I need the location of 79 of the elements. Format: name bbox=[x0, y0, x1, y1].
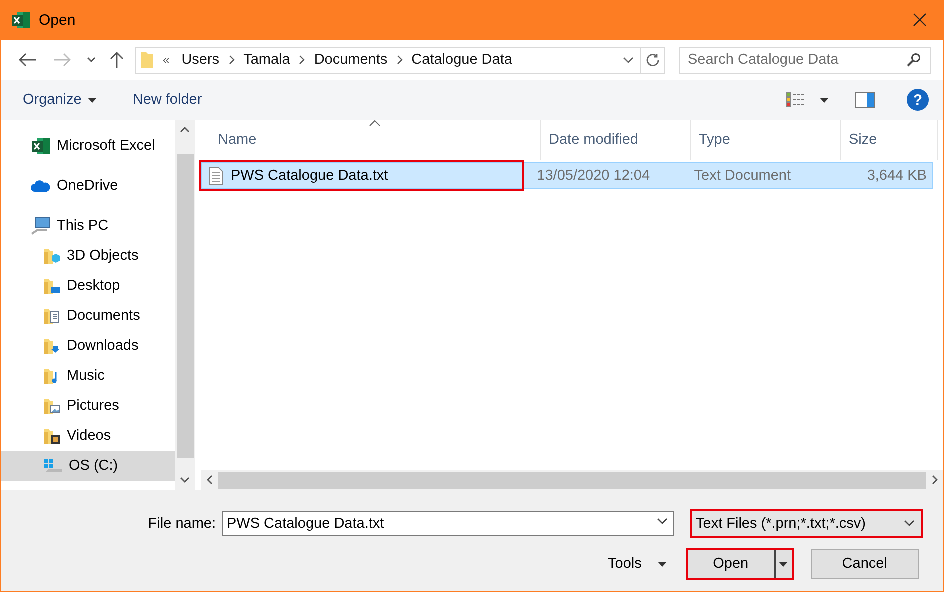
vertical-scrollbar[interactable] bbox=[175, 120, 195, 490]
overflow-chevron[interactable]: « bbox=[163, 53, 170, 67]
refresh-icon bbox=[646, 53, 660, 67]
sort-ascending-icon bbox=[369, 120, 381, 127]
chevron-left-icon bbox=[204, 475, 214, 485]
sidebar-item[interactable]: Desktop bbox=[1, 271, 176, 301]
table-cell-text: 13/05/2020 12:04 bbox=[537, 168, 652, 184]
preview-pane-button[interactable] bbox=[853, 90, 877, 110]
sidebar-item[interactable]: Microsoft Excel bbox=[1, 131, 176, 161]
window-title: Open bbox=[39, 12, 77, 28]
cube-folder-icon bbox=[43, 247, 61, 265]
folder-icon bbox=[141, 51, 153, 69]
sidebar-item[interactable]: Music bbox=[1, 361, 176, 391]
file-name-field[interactable]: PWS Catalogue Data.txt bbox=[222, 511, 674, 536]
tools-menu[interactable]: Tools bbox=[606, 554, 669, 574]
new-folder-button[interactable]: New folder bbox=[124, 88, 210, 112]
view-menu-button[interactable] bbox=[818, 96, 831, 104]
column-header[interactable]: Date modified bbox=[541, 120, 691, 160]
desktop-folder-icon bbox=[43, 277, 61, 295]
cloud-icon bbox=[31, 179, 51, 193]
organize-menu[interactable]: Organize bbox=[15, 88, 105, 112]
chevron-down-icon bbox=[623, 56, 634, 64]
close-icon bbox=[913, 13, 927, 27]
open-button[interactable]: Open bbox=[686, 548, 794, 580]
caret-icon bbox=[658, 562, 667, 566]
address-bar[interactable]: « Users Tamala Documents Catalogue Data bbox=[135, 46, 665, 74]
spreadsheet-app-icon bbox=[31, 136, 51, 156]
file-type-dropdown[interactable]: Text Files (*.prn;*.txt;*.csv) bbox=[690, 509, 923, 538]
table-cell-text: Text Document bbox=[693, 168, 792, 184]
drive-icon bbox=[43, 458, 63, 474]
forward-arrow-icon bbox=[53, 53, 71, 67]
up-arrow-icon bbox=[110, 51, 124, 69]
computer-icon bbox=[31, 217, 51, 235]
chevron-right-icon bbox=[930, 475, 940, 485]
image-folder-icon bbox=[43, 397, 61, 415]
chevron-down-icon bbox=[180, 475, 190, 485]
caret-icon bbox=[88, 98, 97, 102]
column-header[interactable]: Type bbox=[691, 120, 841, 160]
breadcrumb[interactable]: Tamala bbox=[244, 52, 290, 68]
download-folder-icon bbox=[43, 337, 61, 355]
chevron-icon bbox=[396, 55, 403, 65]
text-file-icon bbox=[209, 166, 223, 184]
dropdown-caret-icon bbox=[779, 562, 788, 566]
sidebar-item[interactable]: 3D Objects bbox=[1, 241, 176, 271]
details-view-icon bbox=[786, 92, 806, 108]
file-name-label: File name: bbox=[147, 516, 217, 532]
breadcrumb[interactable]: Catalogue Data bbox=[412, 52, 512, 68]
spreadsheet-app-icon bbox=[11, 10, 31, 30]
chevron-down-icon bbox=[904, 520, 915, 527]
search-icon bbox=[907, 52, 921, 66]
preview-pane-icon bbox=[855, 92, 875, 108]
sidebar-item[interactable]: OneDrive bbox=[1, 171, 176, 201]
search-field[interactable]: Search Catalogue Data bbox=[679, 46, 931, 74]
breadcrumb[interactable]: Users bbox=[182, 52, 220, 68]
column-header[interactable]: Name bbox=[201, 120, 541, 160]
chevron-up-icon bbox=[180, 125, 190, 135]
sidebar-item[interactable]: Documents bbox=[1, 301, 176, 331]
cancel-button[interactable]: Cancel bbox=[810, 549, 919, 579]
film-folder-icon bbox=[43, 427, 61, 445]
sidebar-item[interactable]: This PC bbox=[1, 211, 176, 241]
column-header[interactable]: Size bbox=[841, 120, 938, 160]
address-dropdown-button[interactable] bbox=[621, 54, 636, 66]
file-row[interactable]: PWS Catalogue Data.txt 13/05/2020 12:04 Text Document 3,644 KB bbox=[201, 162, 933, 189]
chevron-down-icon bbox=[657, 518, 668, 525]
back-arrow-icon bbox=[19, 53, 37, 67]
sidebar-item[interactable]: Pictures bbox=[1, 391, 176, 421]
sidebar-item[interactable]: Downloads bbox=[1, 331, 176, 361]
table-cell-text: 3,644 KB bbox=[866, 168, 928, 184]
file-name-text: PWS Catalogue Data.txt bbox=[231, 168, 388, 184]
chevron-icon bbox=[299, 55, 306, 65]
sidebar-item[interactable]: OS (C:) bbox=[1, 451, 176, 481]
caret-icon bbox=[820, 98, 829, 102]
file-name-dropdown-button[interactable] bbox=[655, 516, 670, 527]
breadcrumb[interactable]: Documents bbox=[314, 52, 388, 68]
help-button[interactable]: ? bbox=[907, 89, 929, 111]
chevron-down-icon bbox=[86, 57, 96, 63]
sidebar-item[interactable]: Videos bbox=[1, 421, 176, 451]
chevron-icon bbox=[228, 55, 235, 65]
document-folder-icon bbox=[43, 307, 61, 325]
